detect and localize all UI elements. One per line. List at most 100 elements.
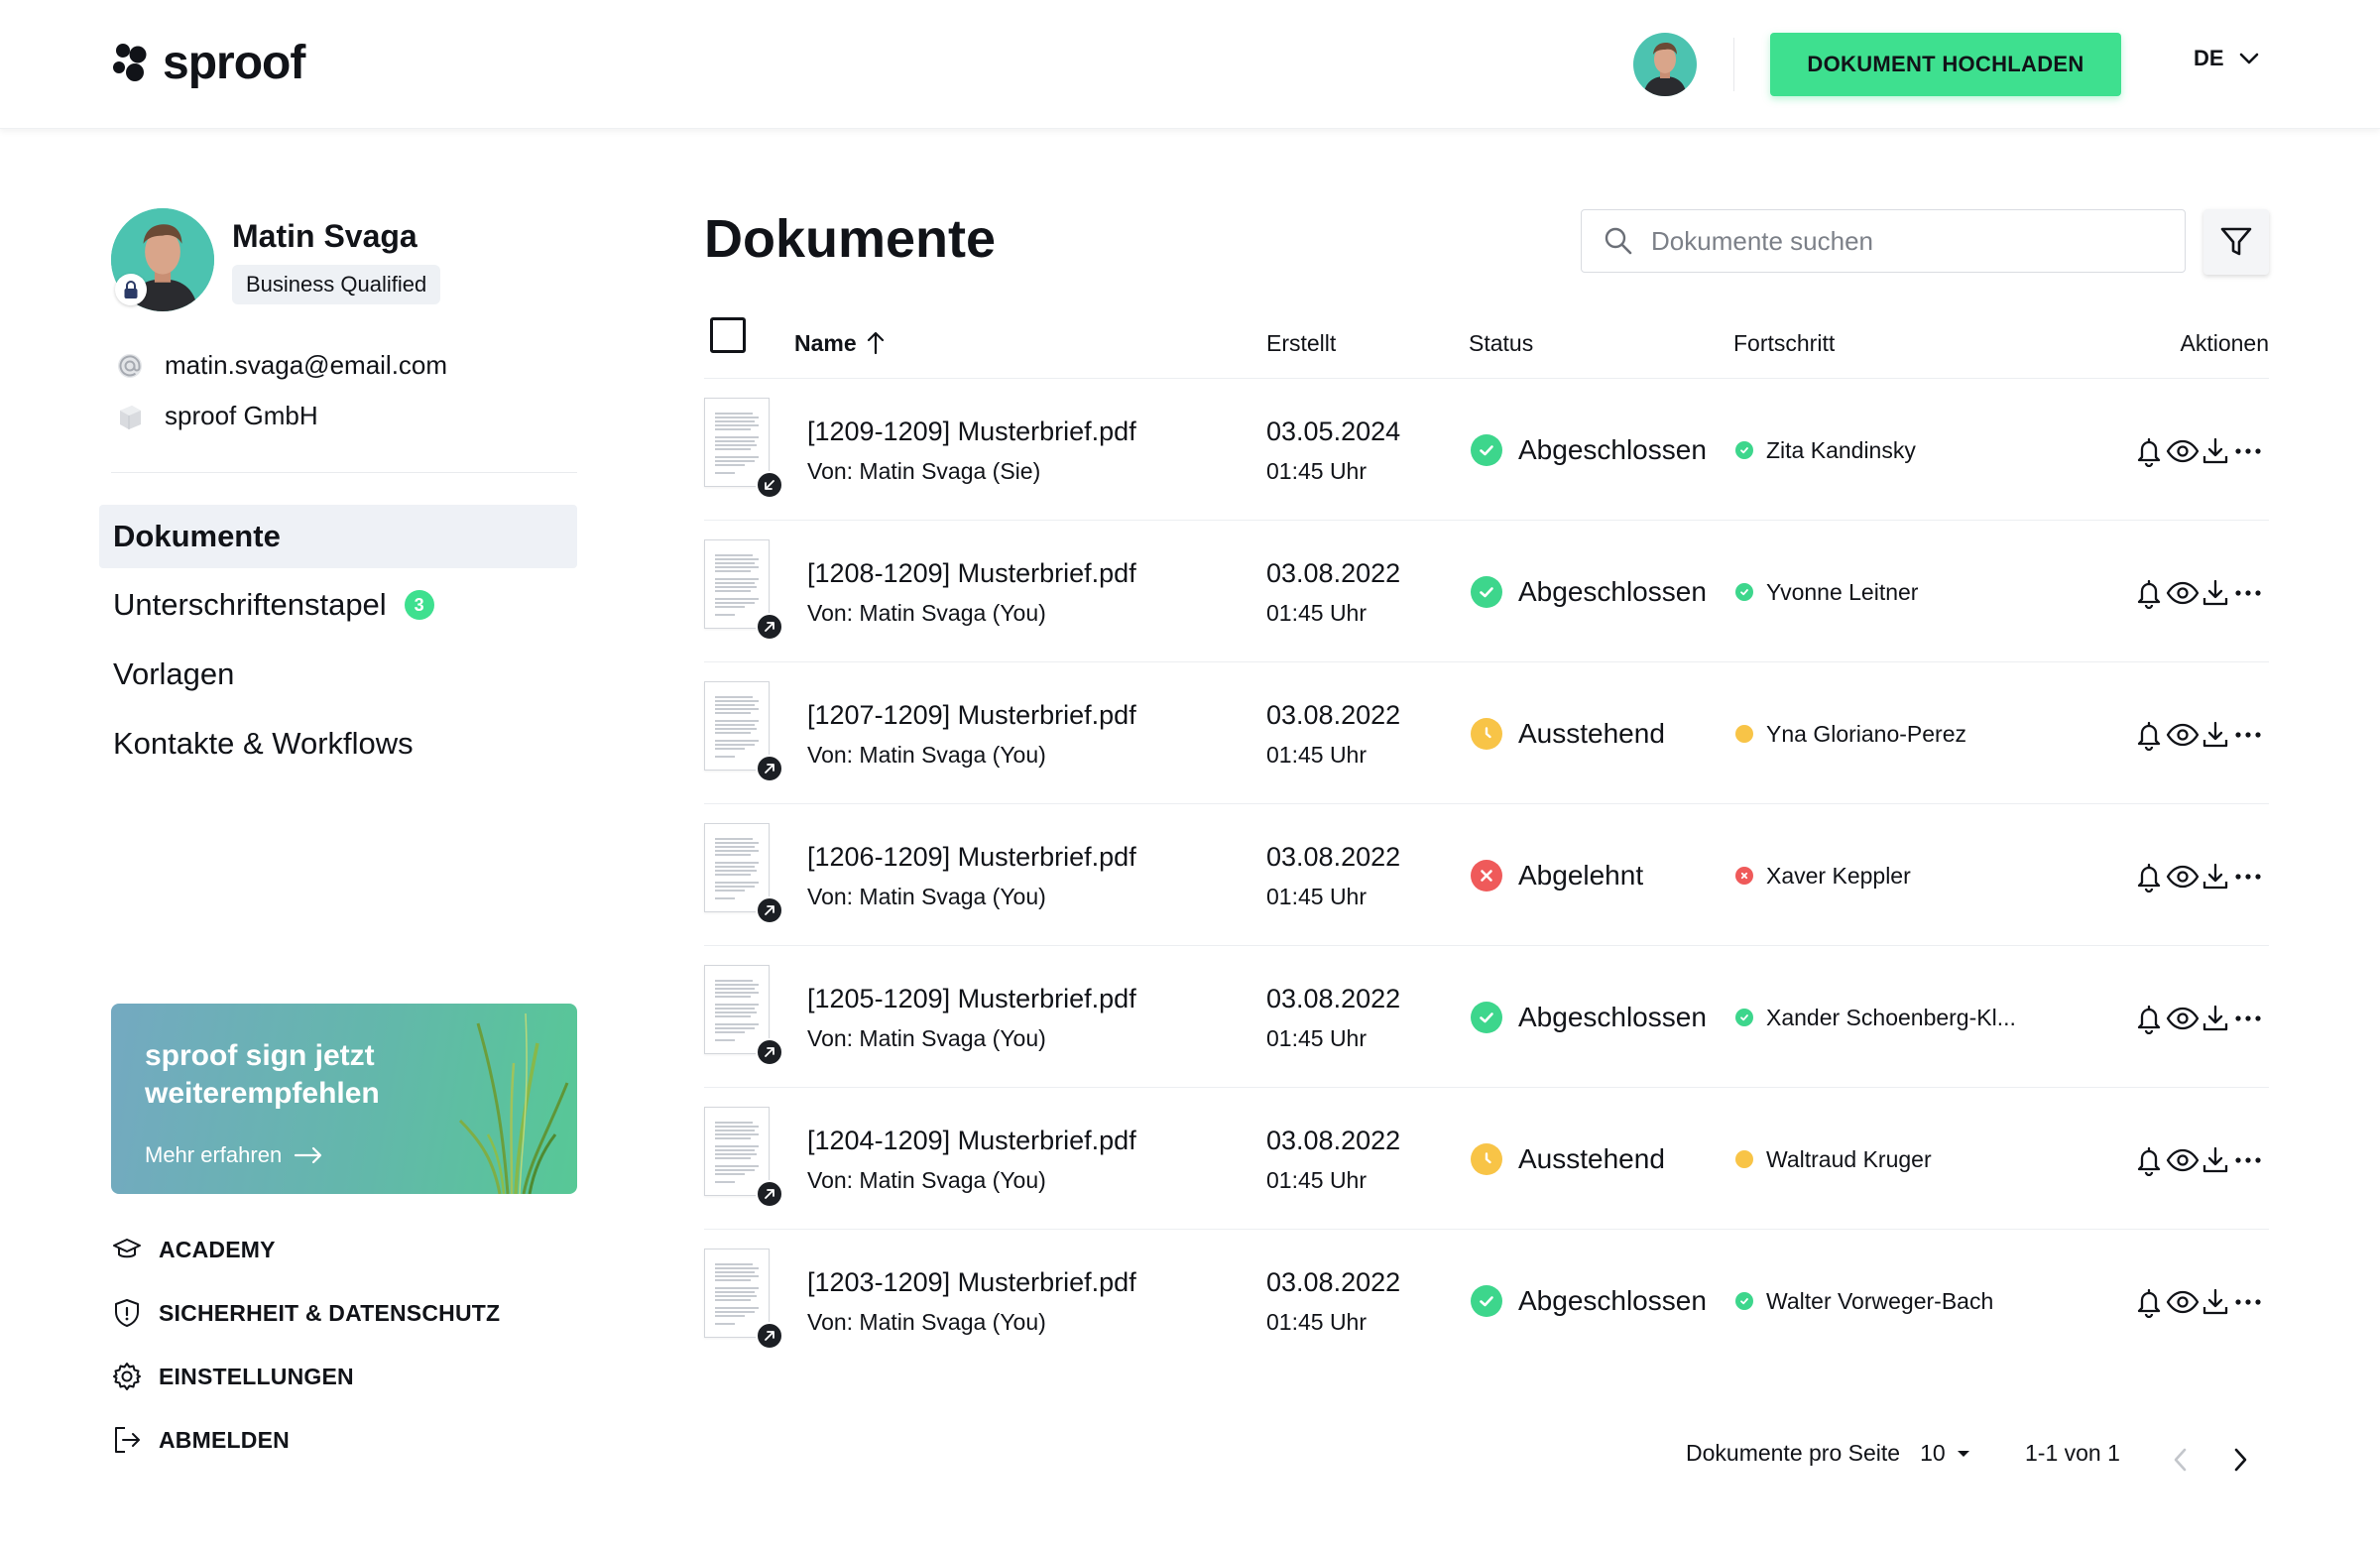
settings-label: EINSTELLUNGEN bbox=[159, 1363, 354, 1389]
language-label: DE bbox=[2194, 46, 2224, 70]
table-row[interactable]: [1207-1209] Musterbrief.pdf Von: Matin Sv… bbox=[704, 662, 2269, 804]
table-row[interactable]: [1204-1209] Musterbrief.pdf Von: Matin Sv… bbox=[704, 1088, 2269, 1230]
status-completed-icon bbox=[1471, 434, 1502, 466]
document-file-name[interactable]: [1203-1209] Musterbrief.pdf bbox=[807, 1267, 1136, 1298]
search-icon bbox=[1605, 227, 1632, 255]
referral-promo-card[interactable]: sproof sign jetzt weiterempfehlen Mehr e… bbox=[111, 1004, 577, 1194]
logout-link[interactable]: ABMELDEN bbox=[111, 1424, 290, 1456]
more-icon bbox=[2234, 1156, 2262, 1164]
document-line bbox=[715, 1295, 757, 1297]
document-line bbox=[715, 1130, 755, 1131]
document-line bbox=[715, 712, 751, 714]
settings-link[interactable]: EINSTELLUNGEN bbox=[111, 1361, 354, 1392]
more-actions-button[interactable] bbox=[2228, 573, 2268, 613]
document-line bbox=[715, 436, 759, 438]
sidebar-item-unterschriftenstapel[interactable]: Unterschriftenstapel 3 bbox=[99, 573, 577, 637]
signer-name: Waltraud Kruger bbox=[1766, 1146, 1932, 1172]
status-label: Ausstehend bbox=[1518, 1143, 1665, 1174]
promo-learn-more-link[interactable]: Mehr erfahren bbox=[145, 1142, 323, 1168]
status-completed-icon bbox=[1471, 1002, 1502, 1033]
document-file-name[interactable]: [1205-1209] Musterbrief.pdf bbox=[807, 984, 1136, 1014]
status-label: Abgeschlossen bbox=[1518, 1285, 1707, 1316]
sidebar-item-kontakte-workflows[interactable]: Kontakte & Workflows bbox=[99, 712, 577, 775]
document-line bbox=[715, 1012, 757, 1013]
created-date: 03.08.2022 bbox=[1266, 1126, 1401, 1155]
logout-icon bbox=[111, 1424, 143, 1456]
document-line bbox=[715, 740, 759, 742]
sidebar-item-dokumente[interactable]: Dokumente bbox=[99, 505, 577, 568]
document-line bbox=[715, 558, 759, 560]
signer-status-dot-icon bbox=[1735, 867, 1753, 885]
document-file-name[interactable]: [1208-1209] Musterbrief.pdf bbox=[807, 558, 1136, 589]
more-icon bbox=[2234, 731, 2262, 739]
sproof-logo[interactable]: sproof bbox=[111, 37, 305, 89]
column-progress-header[interactable]: Fortschritt bbox=[1733, 307, 1835, 379]
document-line bbox=[715, 460, 755, 462]
more-actions-button[interactable] bbox=[2228, 1140, 2268, 1180]
more-actions-button[interactable] bbox=[2228, 999, 2268, 1038]
per-page-value: 10 bbox=[1920, 1440, 1946, 1466]
table-row[interactable]: [1206-1209] Musterbrief.pdf Von: Matin Sv… bbox=[704, 804, 2269, 946]
search-input[interactable] bbox=[1651, 225, 2147, 257]
document-line bbox=[715, 992, 759, 994]
filter-button[interactable] bbox=[2203, 209, 2269, 275]
table-row[interactable]: [1205-1209] Musterbrief.pdf Von: Matin Sv… bbox=[704, 946, 2269, 1088]
document-line bbox=[715, 756, 735, 758]
document-line bbox=[715, 744, 755, 746]
table-row[interactable]: [1208-1209] Musterbrief.pdf Von: Matin Sv… bbox=[704, 521, 2269, 662]
document-line bbox=[715, 846, 755, 848]
document-line bbox=[715, 440, 755, 442]
sidebar-item-label: Dokumente bbox=[113, 519, 281, 553]
logo-text: sproof bbox=[163, 37, 305, 89]
created-time: 01:45 Uhr bbox=[1266, 1309, 1368, 1335]
security-privacy-link[interactable]: SICHERHEIT & DATENSCHUTZ bbox=[111, 1297, 500, 1329]
column-name-header[interactable]: Name bbox=[794, 307, 887, 379]
security-label: SICHERHEIT & DATENSCHUTZ bbox=[159, 1299, 501, 1326]
table-row[interactable]: [1209-1209] Musterbrief.pdf Von: Matin Sv… bbox=[704, 379, 2269, 521]
column-label: Name bbox=[794, 329, 857, 356]
next-page-button[interactable] bbox=[2221, 1440, 2261, 1480]
document-sender: Von: Matin Svaga (You) bbox=[807, 1309, 1046, 1335]
sidebar-item-vorlagen[interactable]: Vorlagen bbox=[99, 643, 577, 706]
header-avatar[interactable] bbox=[1633, 33, 1697, 96]
language-selector[interactable]: DE bbox=[2194, 46, 2260, 71]
sidebar-item-label: Unterschriftenstapel bbox=[113, 587, 387, 622]
document-line bbox=[715, 1323, 735, 1325]
document-file-name[interactable]: [1207-1209] Musterbrief.pdf bbox=[807, 700, 1136, 731]
table-header: Name Erstellt Status Fortschritt Aktione… bbox=[704, 307, 2269, 379]
document-line bbox=[715, 1157, 751, 1159]
more-actions-button[interactable] bbox=[2228, 715, 2268, 755]
document-file-name[interactable]: [1204-1209] Musterbrief.pdf bbox=[807, 1126, 1136, 1156]
document-file-name[interactable]: [1206-1209] Musterbrief.pdf bbox=[807, 842, 1136, 873]
building-icon bbox=[115, 402, 145, 431]
document-line bbox=[715, 996, 751, 998]
upload-document-button[interactable]: DOKUMENT HOCHLADEN bbox=[1770, 33, 2121, 96]
more-actions-button[interactable] bbox=[2228, 431, 2268, 471]
more-actions-button[interactable] bbox=[2228, 857, 2268, 896]
select-all-checkbox[interactable] bbox=[710, 317, 746, 353]
outgoing-arrow-icon bbox=[756, 1180, 783, 1208]
status-completed-icon bbox=[1471, 1285, 1502, 1317]
sidebar-item-label: Kontakte & Workflows bbox=[113, 726, 414, 761]
signer-name: Zita Kandinsky bbox=[1766, 437, 1916, 463]
document-file-name[interactable]: [1209-1209] Musterbrief.pdf bbox=[807, 416, 1136, 447]
document-line bbox=[715, 566, 759, 568]
document-line bbox=[715, 708, 759, 710]
arrow-right-icon bbox=[295, 1146, 322, 1164]
document-search[interactable] bbox=[1581, 209, 2186, 273]
created-time: 01:45 Uhr bbox=[1266, 1025, 1368, 1051]
more-actions-button[interactable] bbox=[2228, 1282, 2268, 1322]
column-status-header[interactable]: Status bbox=[1469, 307, 1533, 379]
created-date: 03.08.2022 bbox=[1266, 558, 1401, 588]
incoming-arrow-icon bbox=[756, 471, 783, 499]
previous-page-button[interactable] bbox=[2160, 1440, 2200, 1480]
filter-icon bbox=[2220, 227, 2252, 256]
created-date: 03.08.2022 bbox=[1266, 700, 1401, 730]
document-line bbox=[715, 570, 751, 572]
table-row[interactable]: [1203-1209] Musterbrief.pdf Von: Matin Sv… bbox=[704, 1230, 2269, 1371]
column-created-header[interactable]: Erstellt bbox=[1266, 307, 1336, 379]
academy-link[interactable]: ACADEMY bbox=[111, 1234, 276, 1265]
per-page-select[interactable]: 10 bbox=[1920, 1440, 1971, 1467]
graduation-cap-icon bbox=[111, 1234, 143, 1265]
document-line bbox=[715, 1291, 755, 1293]
